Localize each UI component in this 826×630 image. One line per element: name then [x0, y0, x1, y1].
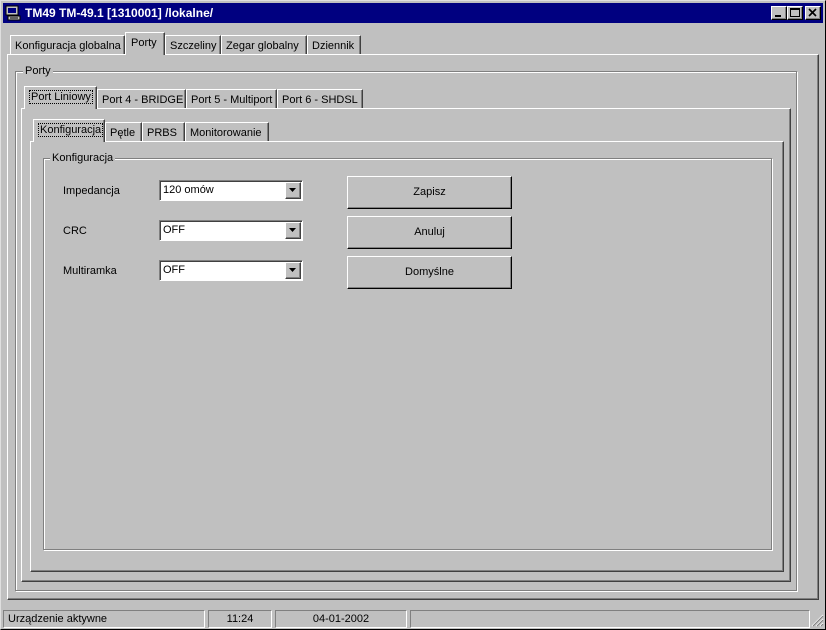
tab-port-4-bridge[interactable]: Port 4 - BRIDGE [97, 89, 186, 109]
minimize-icon [775, 15, 781, 17]
minimize-button[interactable] [771, 6, 787, 20]
tab-zegar-globalny[interactable]: Zegar globalny [221, 35, 307, 55]
app-window: TM49 TM-49.1 [1310001] /lokalne/ Konfigu… [0, 0, 826, 630]
tab-konfiguracja-globalna[interactable]: Konfiguracja globalna [10, 35, 125, 55]
crc-label: CRC [63, 225, 87, 237]
close-icon [808, 8, 817, 17]
multiframe-label: Multiramka [63, 265, 117, 277]
impedance-dropdown-button[interactable] [285, 182, 301, 199]
tab-label: Pętle [110, 127, 136, 139]
crc-select[interactable]: OFF [159, 220, 303, 241]
tab-label: PRBS [147, 127, 177, 139]
tab-label: Szczeliny [170, 40, 217, 52]
chevron-down-icon [289, 268, 296, 272]
tab-label: Porty [131, 37, 157, 49]
tab-port-liniowy[interactable]: Port Liniowy [24, 86, 97, 109]
maximize-icon [790, 8, 800, 17]
tab-label: Port Liniowy [29, 90, 93, 104]
status-text: Urządzenie aktywne [3, 610, 205, 628]
multiframe-value: OFF [163, 264, 185, 276]
save-button[interactable]: Zapisz [347, 176, 512, 209]
crc-value: OFF [163, 224, 185, 236]
tab-porty[interactable]: Porty [125, 32, 165, 55]
tab-label: Monitorowanie [190, 127, 262, 139]
impedance-value: 120 omów [163, 184, 214, 196]
tab-label: Konfiguracja [38, 123, 104, 137]
app-icon[interactable] [5, 5, 21, 21]
tab-label: Port 6 - SHDSL [282, 94, 358, 106]
multiframe-dropdown-button[interactable] [285, 262, 301, 279]
cancel-button[interactable]: Anuluj [347, 216, 512, 249]
tab-port-5-multiport[interactable]: Port 5 - Multiport [186, 89, 277, 109]
impedance-label: Impedancja [63, 185, 120, 197]
window-title: TM49 TM-49.1 [1310001] /lokalne/ [25, 6, 214, 20]
close-button[interactable] [805, 6, 821, 20]
multiframe-select[interactable]: OFF [159, 260, 303, 281]
crc-dropdown-button[interactable] [285, 222, 301, 239]
tab-label: Port 4 - BRIDGE [102, 94, 184, 106]
status-date: 04-01-2002 [275, 610, 407, 628]
tab-label: Dziennik [312, 40, 355, 52]
impedance-select[interactable]: 120 omów [159, 180, 303, 201]
tab-petle[interactable]: Pętle [105, 122, 142, 142]
resize-grip-icon[interactable] [810, 613, 824, 627]
defaults-button[interactable]: Domyślne [347, 256, 512, 289]
title-bar[interactable]: TM49 TM-49.1 [1310001] /lokalne/ [3, 3, 823, 23]
status-panel-empty [410, 610, 810, 628]
chevron-down-icon [289, 188, 296, 192]
maximize-button[interactable] [787, 6, 803, 20]
tab-konfiguracja[interactable]: Konfiguracja [33, 119, 105, 142]
ports-group-label: Porty [23, 65, 53, 77]
tab-label: Zegar globalny [226, 40, 299, 52]
tab-label: Konfiguracja globalna [15, 40, 121, 52]
tab-label: Port 5 - Multiport [191, 94, 273, 106]
tab-prbs[interactable]: PRBS [142, 122, 185, 142]
chevron-down-icon [289, 228, 296, 232]
tab-szczeliny[interactable]: Szczeliny [165, 35, 221, 55]
tab-monitorowanie[interactable]: Monitorowanie [185, 122, 269, 142]
tab-port-6-shdsl[interactable]: Port 6 - SHDSL [277, 89, 363, 109]
tab-dziennik[interactable]: Dziennik [307, 35, 361, 55]
config-group-label: Konfiguracja [50, 152, 116, 164]
status-time: 11:24 [208, 610, 272, 628]
